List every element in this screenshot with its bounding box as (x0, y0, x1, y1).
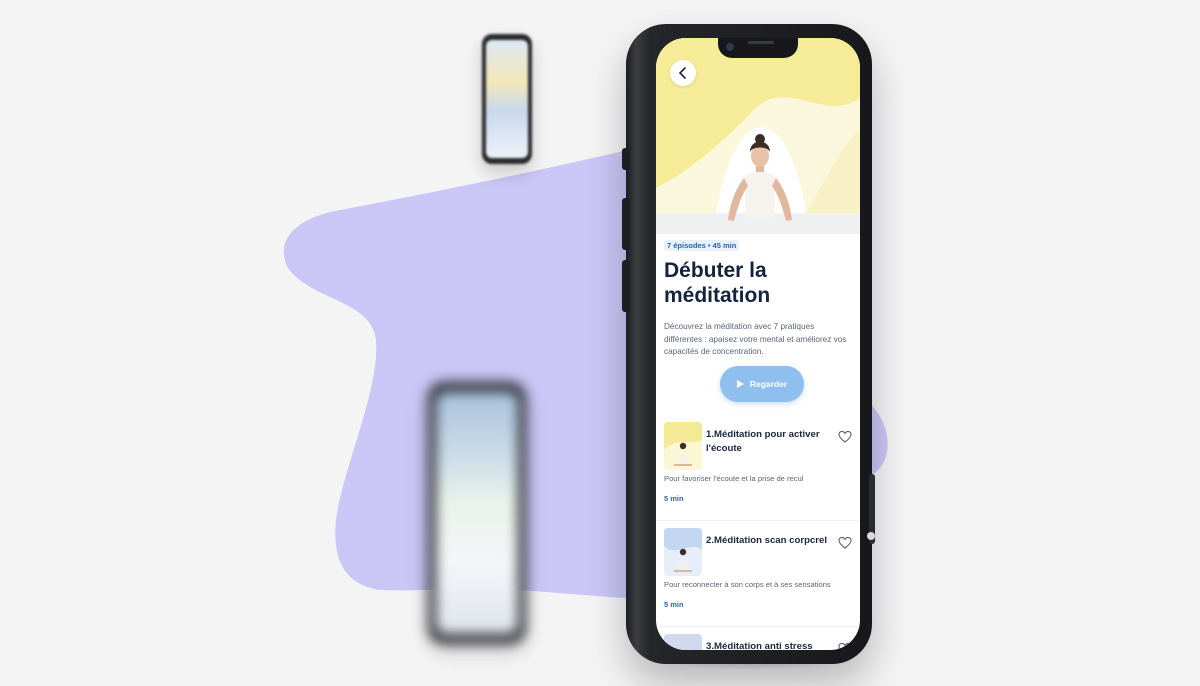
lavender-blob (283, 145, 888, 600)
play-icon (736, 380, 744, 388)
episode-title: 2.Méditation scan corpcrel (706, 535, 828, 546)
speaker-grill (748, 41, 774, 44)
background-phone-blurred (428, 382, 526, 644)
notch (718, 38, 798, 58)
sim-tray (867, 532, 875, 540)
page-title: Débuter la méditation (664, 259, 771, 307)
app-screen: 7 épisodes • 45 min Débuter la méditatio… (656, 38, 860, 650)
episode-title: 1.Méditation pour activer l'écoute (706, 429, 820, 454)
background-phone-small (482, 34, 532, 164)
episode-item[interactable]: 2.Méditation scan corpcrel Pour reconnec… (656, 528, 860, 627)
episode-description: Pour favoriser l'écoute et la prise de r… (664, 474, 804, 483)
heart-icon[interactable] (838, 536, 852, 550)
mute-switch (622, 148, 630, 170)
episode-item[interactable]: 3.Méditation anti stress (656, 634, 860, 650)
watch-button[interactable]: Regarder (720, 366, 804, 402)
episode-duration: 5 min (664, 494, 684, 503)
episode-thumbnail (664, 528, 702, 576)
episode-thumbnail (664, 634, 702, 650)
episode-duration: 5 min (664, 600, 684, 609)
marketing-scene: 7 épisodes • 45 min Débuter la méditatio… (0, 0, 1200, 686)
back-button[interactable] (670, 60, 696, 86)
heart-icon[interactable] (838, 642, 852, 650)
volume-down-button (622, 260, 630, 312)
course-description: Découvrez la méditation avec 7 pratiques… (664, 322, 847, 356)
heart-icon[interactable] (838, 430, 852, 444)
phone-device: 7 épisodes • 45 min Débuter la méditatio… (622, 24, 875, 664)
episode-title: 3.Méditation anti stress (706, 641, 813, 650)
camera-icon (726, 43, 734, 51)
chevron-left-icon (678, 67, 686, 79)
episode-description: Pour reconnecter à son corps et à ses se… (664, 580, 831, 589)
watch-button-label: Regarder (749, 379, 788, 389)
volume-up-button (622, 198, 630, 250)
course-meta: 7 épisodes • 45 min (664, 240, 740, 251)
hero-image (656, 38, 860, 234)
episode-item[interactable]: 1.Méditation pour activer l'écoute Pour … (656, 422, 860, 521)
episode-thumbnail (664, 422, 702, 470)
